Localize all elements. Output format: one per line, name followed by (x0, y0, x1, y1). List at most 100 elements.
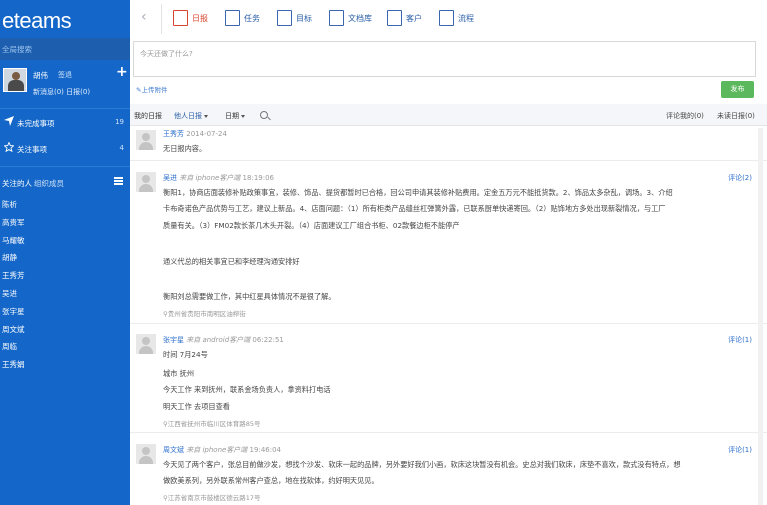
author-name[interactable]: 王秀芳 (163, 130, 184, 138)
global-search[interactable]: 全局搜索 (0, 38, 130, 60)
entry-line: 无日报内容。 (163, 144, 207, 153)
target-icon (277, 10, 292, 26)
nav-label: 未完成事项 (17, 119, 55, 128)
person-item[interactable]: 周临 (0, 338, 130, 356)
tab-label: 目标 (296, 14, 312, 23)
filter-others-report[interactable]: 他人日报 (174, 111, 208, 121)
chevron-down-icon (204, 114, 208, 118)
person-item[interactable]: 张宇星 (0, 303, 130, 321)
entry-source: 来自 iphone客户端 (186, 446, 248, 454)
location-text: 江苏省南京市鼓楼区德云路17号 (167, 494, 261, 502)
report-input[interactable]: 今天还做了什么? (133, 41, 756, 77)
back-icon[interactable]: ‹ (141, 9, 147, 25)
entry-line: 城市 抚州 (163, 369, 195, 378)
avatar[interactable] (3, 68, 27, 92)
location-text: 贵州省贵阳市南明区油榨街 (167, 310, 246, 318)
task-icon (225, 10, 240, 26)
document-icon (329, 10, 344, 26)
upload-attachment-link[interactable]: ✎上传附件 (136, 84, 167, 94)
people-tabs: 关注的人 组织成员 (0, 174, 130, 192)
entry-line: 今天见了两个客户，张总目前做沙发，想找个沙发、软床一起的品牌，另外要好我们小画，… (163, 460, 681, 469)
entry-source: 来自 android客户端 (186, 336, 251, 344)
unread-reports[interactable]: 未读日报(0) (717, 111, 755, 121)
avatar[interactable] (136, 334, 156, 354)
nav-item-unfinished[interactable]: 未完成事项 19 (0, 111, 130, 135)
location-text: 江西省抚州市临川区体育路85号 (167, 420, 261, 428)
person-item[interactable]: 周文斌 (0, 321, 130, 339)
person-item[interactable]: 马耀敏 (0, 232, 130, 250)
entry-line: 时间 7月24号 (163, 350, 208, 359)
menu-icon[interactable] (114, 177, 123, 185)
user-messages[interactable]: 新消息(0) 日报(0) (33, 87, 90, 97)
filter-my-report[interactable]: 我的日报 (134, 111, 162, 121)
people-list: 陈析 高贵军 马耀敏 胡静 王秀芳 吴进 张宇星 周文斌 周临 王秀娟 (0, 196, 130, 374)
report-entry: 张宇星 来自 android客户端 06:22:51 评论(1) 时间 7月24… (130, 329, 767, 433)
avatar[interactable] (136, 130, 156, 150)
avatar[interactable] (136, 172, 156, 192)
report-icon (173, 10, 188, 26)
nav-count: 19 (115, 118, 124, 126)
report-entry: 吴进 来自 iphone客户端 18:19:06 评论(2) 衡阳1，协商店面装… (130, 167, 767, 324)
filter-label: 他人日报 (174, 112, 202, 120)
nav-item-followed[interactable]: 关注事项 4 (0, 137, 130, 161)
send-icon (4, 116, 14, 126)
filter-label: 日期 (225, 112, 239, 120)
scrollbar[interactable] (758, 128, 763, 505)
entry-line: 通义代总的相关事宜已和李经理沟通安排好 (163, 257, 300, 266)
user-panel: 胡伟 签退 + 新消息(0) 日报(0) (0, 62, 130, 106)
entry-source: 来自 iphone客户端 (179, 174, 241, 182)
author-name[interactable]: 周文斌 (163, 446, 184, 454)
add-icon[interactable]: + (116, 64, 128, 80)
avatar[interactable] (136, 444, 156, 464)
main-panel: ‹ 日报 任务 目标 文档库 客户 流程 今天还做了什么? ✎上传附件 发布 我… (130, 0, 767, 505)
sidebar: eteams 全局搜索 胡伟 签退 + 新消息(0) 日报(0) 未完成事项 1… (0, 0, 130, 505)
author-name[interactable]: 吴进 (163, 174, 177, 182)
tab-followed-people[interactable]: 关注的人 (2, 178, 32, 189)
chevron-down-icon (241, 114, 245, 118)
entry-line: 卡布奇诺色产品优势与工艺，建议上新品。4、店面问题：（1）所有柜类产品缝丝杠弹簧… (163, 204, 666, 213)
filter-date[interactable]: 日期 (225, 111, 245, 121)
top-bar: ‹ 日报 任务 目标 文档库 客户 流程 (130, 0, 767, 38)
publish-button[interactable]: 发布 (721, 81, 754, 98)
attach-label: 上传附件 (141, 86, 168, 94)
comments-to-me[interactable]: 评论我的(0) (666, 111, 704, 121)
entry-line: 衡阳1，协商店面装修补贴政策事宜，装修、饰品、提货都暂时已合格，回公司申请其装修… (163, 188, 673, 197)
customer-icon (387, 10, 402, 26)
tab-label: 客户 (406, 14, 422, 23)
author-name[interactable]: 张宇星 (163, 336, 184, 344)
search-icon[interactable] (260, 111, 268, 119)
entry-line: 明天工作 去项目查看 (163, 402, 230, 411)
workflow-icon (439, 10, 454, 26)
person-item[interactable]: 陈析 (0, 196, 130, 214)
entry-line: 做欧美系列，另外联系常州客户查总，地在找软体，约好明天见见。 (163, 476, 379, 485)
person-item[interactable]: 吴进 (0, 285, 130, 303)
entry-time: 2014-07-24 (186, 130, 227, 138)
entry-time: 06:22:51 (252, 336, 284, 344)
entry-header: 张宇星 来自 android客户端 06:22:51 (163, 335, 284, 345)
entry-line: 今天工作 来到抚州，联系金场负责人，拿资料打电话 (163, 385, 331, 394)
entry-header: 王秀芳 2014-07-24 (163, 129, 227, 139)
tab-org-members[interactable]: 组织成员 (34, 178, 64, 189)
entry-line: 衡阳刘总需要做工作，其中红星具体情况不是很了解。 (163, 292, 336, 301)
app-logo: eteams (2, 8, 72, 33)
entry-location: ⚲江苏省南京市鼓楼区德云路17号 (163, 492, 261, 502)
divider (0, 166, 130, 167)
report-input-placeholder: 今天还做了什么? (140, 50, 193, 58)
report-entry: 周文斌 来自 iphone客户端 19:46:04 评论(1) 今天见了两个客户… (130, 439, 767, 505)
filter-bar: 我的日报 他人日报 日期 评论我的(0) 未读日报(0) (130, 104, 767, 126)
person-item[interactable]: 王秀芳 (0, 267, 130, 285)
person-item[interactable]: 王秀娟 (0, 356, 130, 374)
comment-link[interactable]: 评论(1) (728, 335, 752, 345)
person-item[interactable]: 胡静 (0, 249, 130, 267)
tab-label: 文档库 (348, 14, 372, 23)
star-icon (4, 142, 14, 152)
tab-label: 流程 (458, 14, 474, 23)
user-name[interactable]: 胡伟 (33, 70, 48, 81)
entry-header: 周文斌 来自 iphone客户端 19:46:04 (163, 445, 281, 455)
app-window: eteams 全局搜索 胡伟 签退 + 新消息(0) 日报(0) 未完成事项 1… (0, 0, 767, 505)
tab-label: 任务 (244, 14, 260, 23)
sign-out-link[interactable]: 签退 (58, 70, 72, 80)
comment-link[interactable]: 评论(2) (728, 173, 752, 183)
person-item[interactable]: 高贵军 (0, 214, 130, 232)
comment-link[interactable]: 评论(1) (728, 445, 752, 455)
